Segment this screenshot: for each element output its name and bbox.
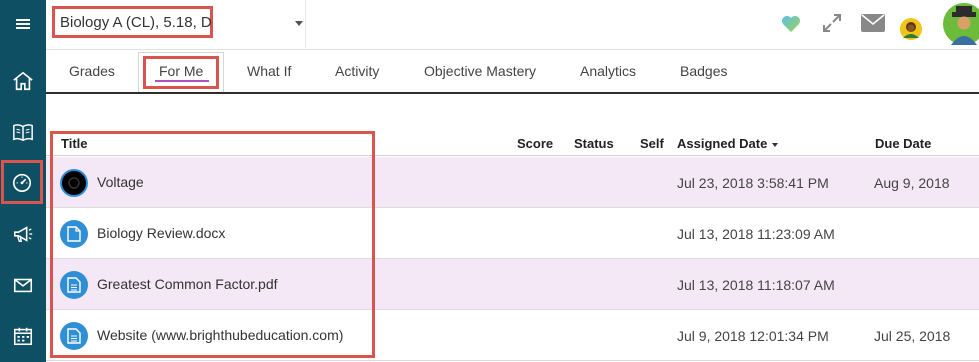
- column-header-due-date[interactable]: Due Date: [875, 136, 931, 151]
- column-header-self[interactable]: Self: [640, 136, 664, 151]
- top-bar: Biology A (CL), 5.18, D: [46, 0, 979, 50]
- column-header-score[interactable]: Score: [517, 136, 553, 151]
- sidebar-item-grades[interactable]: [1, 160, 43, 204]
- sidebar: [0, 0, 46, 362]
- sidebar-item-home[interactable]: [0, 58, 46, 104]
- row-assigned-date: Jul 13, 2018 11:18:07 AM: [677, 277, 835, 293]
- row-assigned-date: Jul 9, 2018 12:01:34 PM: [677, 328, 829, 344]
- row-title[interactable]: Biology Review.docx: [97, 225, 225, 241]
- table-row[interactable]: Biology Review.docx Jul 13, 2018 11:23:0…: [46, 208, 979, 259]
- chevron-down-icon: [295, 21, 303, 26]
- messages-button[interactable]: [861, 14, 885, 32]
- heart-button[interactable]: [780, 14, 802, 34]
- column-header-status[interactable]: Status: [574, 136, 614, 151]
- row-title[interactable]: Voltage: [97, 174, 144, 190]
- student-avatar[interactable]: [900, 18, 922, 40]
- calendar-icon: [13, 327, 33, 346]
- row-due-date: Aug 9, 2018: [874, 175, 950, 191]
- sidebar-item-courses[interactable]: [0, 109, 46, 155]
- column-header-title[interactable]: Title: [61, 136, 88, 151]
- user-avatar[interactable]: [943, 3, 979, 45]
- column-header-assigned-label: Assigned Date: [677, 136, 768, 151]
- row-assigned-date: Jul 13, 2018 11:23:09 AM: [677, 226, 835, 242]
- tab-grades[interactable]: Grades: [69, 50, 115, 92]
- book-icon: [13, 124, 33, 142]
- home-icon: [13, 71, 33, 91]
- sidebar-item-messages[interactable]: [0, 262, 46, 308]
- course-select-value: Biology A (CL), 5.18, D: [60, 14, 212, 31]
- video-icon: [60, 169, 88, 197]
- column-header-assigned-date[interactable]: Assigned Date: [677, 136, 779, 151]
- row-due-date: Jul 25, 2018: [874, 328, 951, 344]
- table-row[interactable]: Greatest Common Factor.pdf Jul 13, 2018 …: [46, 259, 979, 310]
- fullscreen-button[interactable]: [821, 12, 843, 34]
- hamburger-icon: [16, 19, 30, 29]
- tab-for-me[interactable]: For Me: [159, 50, 203, 92]
- heart-icon: [782, 16, 800, 32]
- tab-analytics[interactable]: Analytics: [580, 50, 636, 92]
- course-select[interactable]: Biology A (CL), 5.18, D: [48, 0, 306, 48]
- row-assigned-date: Jul 23, 2018 3:58:41 PM: [677, 175, 829, 191]
- row-title[interactable]: Website (www.brighthubeducation.com): [97, 327, 343, 343]
- gauge-icon: [12, 173, 32, 192]
- mail-icon: [861, 14, 885, 32]
- expand-icon: [823, 14, 841, 32]
- tab-badges[interactable]: Badges: [680, 50, 727, 92]
- table-row[interactable]: Website (www.brighthubeducation.com) Jul…: [46, 310, 979, 361]
- table-header: Title Score Status Self Assigned Date Du…: [46, 130, 979, 156]
- megaphone-icon: [13, 226, 33, 243]
- sidebar-item-announcements[interactable]: [0, 211, 46, 257]
- document-icon: [60, 220, 88, 248]
- menu-button[interactable]: [0, 0, 46, 48]
- table-row[interactable]: Voltage Jul 23, 2018 3:58:41 PM Aug 9, 2…: [46, 157, 979, 208]
- tab-objective-mastery[interactable]: Objective Mastery: [424, 50, 536, 92]
- tab-activity[interactable]: Activity: [335, 50, 379, 92]
- row-title[interactable]: Greatest Common Factor.pdf: [97, 276, 278, 292]
- student-avatar-icon: [900, 18, 922, 40]
- user-avatar-icon: [943, 3, 979, 45]
- document-lines-icon: [60, 322, 88, 350]
- document-lines-icon: [60, 271, 88, 299]
- tab-bar: Grades For Me What If Activity Objective…: [46, 50, 979, 94]
- sidebar-item-calendar[interactable]: [0, 313, 46, 359]
- mail-icon: [13, 278, 33, 293]
- sort-descending-icon: [772, 142, 779, 147]
- tab-what-if[interactable]: What If: [247, 50, 291, 92]
